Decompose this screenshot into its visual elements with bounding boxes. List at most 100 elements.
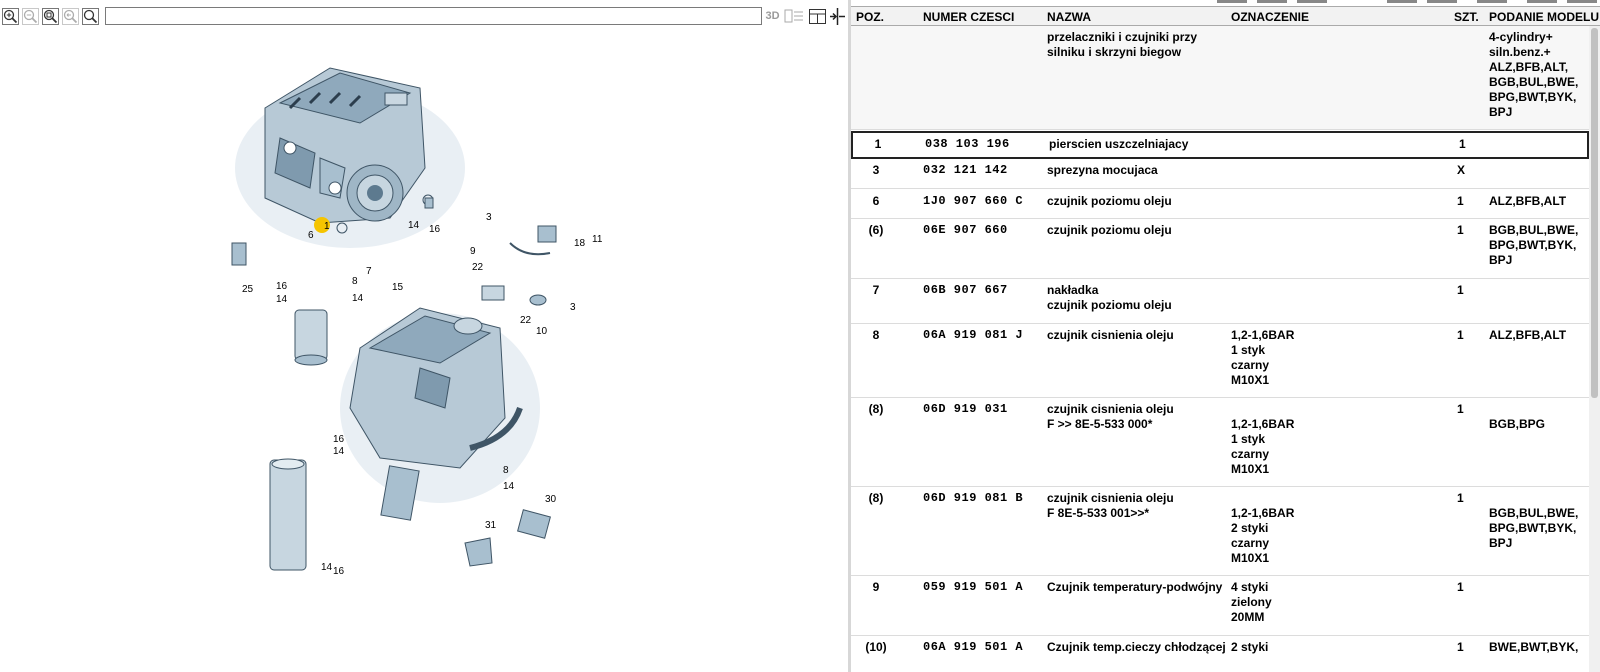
callout-label[interactable]: 7: [366, 266, 372, 277]
part-number: 06E 907 660: [923, 223, 1008, 237]
table-scrollbar[interactable]: [1589, 26, 1600, 672]
table-row[interactable]: (8) 06D 919 081 B czujnik cisnienia oleju …: [851, 487, 1589, 576]
part-name: czujnik cisnienia oleju F 8E-5-533 001>>…: [1047, 491, 1174, 520]
callout-label[interactable]: 16: [429, 224, 441, 235]
callout-label[interactable]: 16: [333, 434, 345, 445]
exploded-parts-diagram: 1614 163922111825 161481471522103161481430…: [231, 67, 603, 577]
callout-label[interactable]: 22: [520, 315, 532, 326]
part-name: czujnik poziomu oleju: [1047, 194, 1172, 208]
column-quantity[interactable]: SZT.: [1454, 10, 1479, 24]
part-quantity: 1: [1457, 640, 1464, 654]
part-quantity: 1: [1457, 491, 1464, 505]
callout-label[interactable]: 11: [592, 234, 603, 245]
zoom-back-icon[interactable]: [61, 7, 80, 26]
callout-label[interactable]: 16: [276, 281, 288, 292]
table-row[interactable]: 7 06B 907 667 nakładka czujnik poziomu ole…: [851, 279, 1589, 324]
group-model: 4-cylindry+ siln.benz.+ ALZ,BFB,ALT, BGB…: [1489, 30, 1579, 119]
diagram-pane: 3D 1 6 14 16 3 9 22 11 18 25 16 14 8 14 …: [0, 0, 851, 672]
table-header: POZ. NUMER CZESCI NAZWA OZNACZENIE SZT. …: [851, 6, 1600, 26]
part-position: 7: [872, 283, 880, 297]
part-position: 9: [872, 580, 880, 594]
group-title: przelaczniki i czujniki przy silniku i s…: [1047, 30, 1198, 59]
part-quantity: 1: [1457, 580, 1464, 594]
callout-label[interactable]: 14: [321, 562, 333, 573]
part-quantity: X: [1457, 163, 1466, 177]
upper-engine-illustration: [235, 67, 465, 248]
table-row[interactable]: (8) 06D 919 031 czujnik cisnienia oleju F …: [851, 398, 1589, 487]
callout-label[interactable]: 14: [503, 481, 515, 492]
table-row[interactable]: 9 059 919 501 A Czujnik temperatury-podwój…: [851, 576, 1589, 636]
part-model: ALZ,BFB,ALT: [1489, 194, 1567, 208]
part-name: nakładka czujnik poziomu oleju: [1047, 283, 1172, 312]
part-model: BGB,BUL,BWE, BPG,BWT,BYK, BPJ: [1489, 506, 1579, 550]
table-row[interactable]: 3 032 121 142 sprezyna mocujaca X: [851, 159, 1589, 189]
tab-strip: [1217, 0, 1600, 4]
column-poz[interactable]: POZ.: [856, 10, 884, 24]
part-position: (10): [865, 640, 887, 654]
zoom-in-icon[interactable]: [1, 7, 20, 26]
table-row[interactable]: (6) 06E 907 660 czujnik poziomu oleju 1 BGB,…: [851, 219, 1589, 279]
search-icon[interactable]: [81, 7, 100, 26]
part-name: czujnik cisnienia oleju F >> 8E-5-533 00…: [1047, 402, 1174, 431]
callout-label[interactable]: 31: [485, 520, 497, 531]
callout-label[interactable]: 14: [408, 220, 420, 231]
callout-label[interactable]: 22: [472, 262, 484, 273]
part-model: ALZ,BFB,ALT: [1489, 328, 1567, 342]
part-position: 3: [872, 163, 880, 177]
part-name: czujnik cisnienia oleju: [1047, 328, 1174, 342]
column-model[interactable]: PODANIE MODELU: [1489, 10, 1599, 24]
part-number: 032 121 142: [923, 163, 1008, 177]
callout-label[interactable]: 3: [570, 302, 576, 313]
part-quantity: 1: [1457, 194, 1464, 208]
part-designation: 1,2-1,6BAR 2 styki czarny M10X1: [1231, 506, 1295, 565]
part-quantity: 1: [1457, 402, 1464, 416]
part-position: 1: [874, 137, 882, 151]
part-position: 8: [872, 328, 880, 342]
callout-label[interactable]: 14: [276, 294, 288, 305]
callout-label[interactable]: 18: [574, 238, 586, 249]
zoom-fit-icon[interactable]: [41, 7, 60, 26]
callout-label[interactable]: 16: [333, 566, 345, 577]
callout-label[interactable]: 14: [333, 446, 345, 457]
part-quantity: 1: [1459, 137, 1466, 151]
part-model: BGB,BUL,BWE, BPG,BWT,BYK, BPJ: [1489, 223, 1579, 267]
part-position: (8): [868, 402, 884, 416]
callout-label[interactable]: 10: [536, 326, 548, 337]
callout-label[interactable]: 9: [470, 246, 476, 257]
callout-label[interactable]: 1: [324, 221, 330, 232]
table-row[interactable]: 6 1J0 907 660 C czujnik poziomu oleju 1 ALZ,…: [851, 190, 1589, 219]
parts-table-pane: POZ. NUMER CZESCI NAZWA OZNACZENIE SZT. …: [851, 0, 1600, 672]
part-quantity: 1: [1457, 283, 1464, 297]
part-name: Czujnik temp.cieczy chłodzącej: [1047, 640, 1226, 654]
part-number: 06B 907 667: [923, 283, 1008, 297]
callout-label[interactable]: 25: [242, 284, 254, 295]
callout-label[interactable]: 30: [545, 494, 557, 505]
part-name: czujnik poziomu oleju: [1047, 223, 1172, 237]
scroll-thumb[interactable]: [1591, 28, 1598, 398]
table-row[interactable]: 8 06A 919 081 J czujnik cisnienia oleju 1,2…: [851, 324, 1589, 398]
part-designation: 1,2-1,6BAR 1 styk czarny M10X1: [1231, 417, 1295, 476]
column-part-number[interactable]: NUMER CZESCI: [923, 10, 1014, 24]
callout-label[interactable]: 15: [392, 282, 404, 293]
part-designation: 2 styki: [1231, 640, 1269, 654]
callout-label[interactable]: 8: [352, 276, 358, 287]
3d-view-button[interactable]: 3D: [764, 7, 781, 25]
part-model: BWE,BWT,BYK,: [1489, 640, 1579, 654]
part-position: (6): [868, 223, 884, 237]
column-designation[interactable]: OZNACZENIE: [1231, 10, 1309, 24]
callout-label[interactable]: 8: [503, 465, 509, 476]
document-view-icon[interactable]: [783, 7, 805, 25]
callout-label[interactable]: 3: [486, 212, 492, 223]
callout-label[interactable]: 6: [308, 230, 314, 241]
part-name: sprezyna mocujaca: [1047, 163, 1158, 177]
callout-label[interactable]: 14: [352, 293, 364, 304]
part-quantity: 1: [1457, 223, 1464, 237]
layout-toggle-icon[interactable]: [808, 7, 826, 25]
zoom-out-icon[interactable]: [21, 7, 40, 26]
column-name[interactable]: NAZWA: [1047, 10, 1091, 24]
split-view-icon[interactable]: [828, 7, 846, 25]
part-position: (8): [868, 491, 884, 505]
diagram-path-field[interactable]: [105, 7, 762, 25]
table-row[interactable]: (10) 06A 919 501 A Czujnik temp.cieczy chł…: [851, 636, 1589, 672]
table-row[interactable]: 1 038 103 196 pierscien uszczelniajacy 1: [851, 131, 1589, 159]
